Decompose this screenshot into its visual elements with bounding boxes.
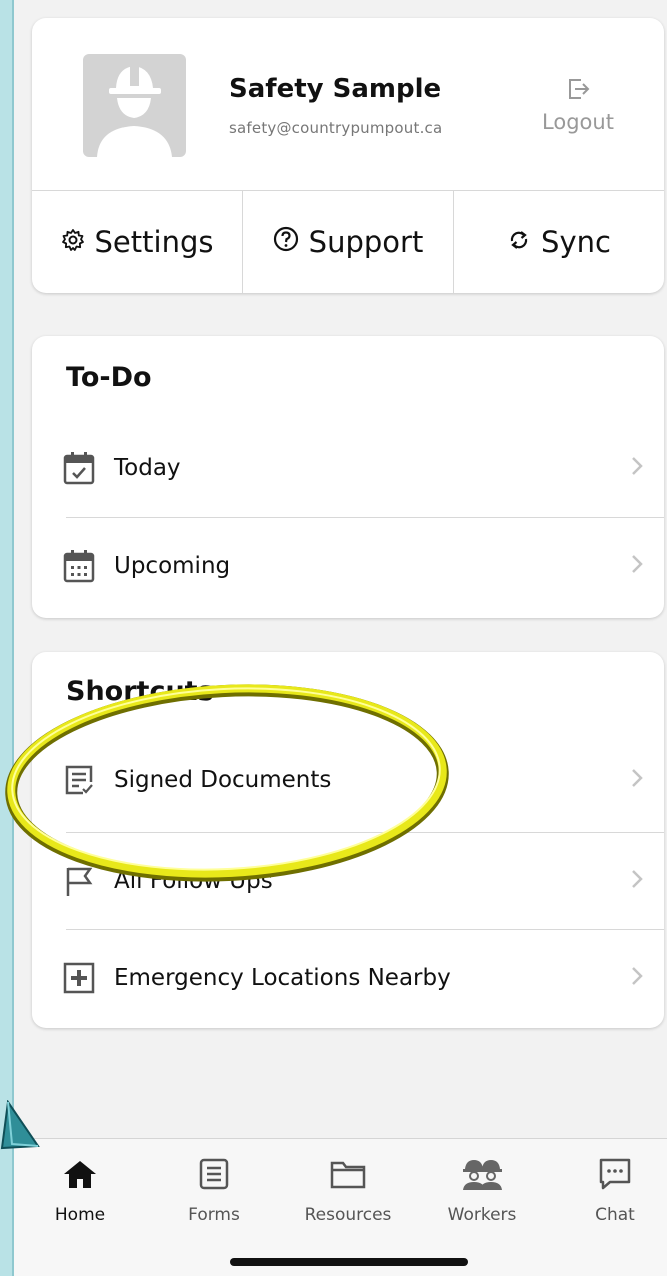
- todo-title: To-Do: [66, 362, 152, 393]
- home-indicator: [230, 1258, 468, 1266]
- workers-icon: [422, 1155, 542, 1193]
- profile-card: Safety Sample safety@countrypumpout.ca L…: [32, 18, 664, 293]
- shortcuts-title: Shortcuts: [66, 676, 214, 707]
- tab-label: Chat: [595, 1205, 635, 1225]
- bottom-tab-bar: Home Forms Resources Workers Chat: [14, 1138, 667, 1276]
- logout-label: Logout: [542, 110, 614, 134]
- todo-item-label: Today: [114, 455, 181, 481]
- signed-document-icon: [62, 763, 96, 797]
- chevron-right-icon: [630, 767, 644, 793]
- chevron-right-icon: [630, 455, 644, 481]
- calendar-grid-icon: [62, 549, 96, 583]
- shortcut-emergency-locations[interactable]: Emergency Locations Nearby: [32, 930, 664, 1026]
- tab-resources[interactable]: Resources: [288, 1155, 408, 1225]
- gear-icon: [61, 225, 85, 259]
- shortcuts-card: Shortcuts Signed Documents All Follow Up…: [32, 652, 664, 1028]
- user-name: Safety Sample: [229, 74, 442, 104]
- todo-card: To-Do Today Upcoming: [32, 336, 664, 618]
- shortcut-label: Emergency Locations Nearby: [114, 965, 451, 991]
- tab-forms[interactable]: Forms: [154, 1155, 274, 1225]
- shortcut-signed-documents[interactable]: Signed Documents: [32, 732, 664, 828]
- user-email: safety@countrypumpout.ca: [229, 119, 443, 137]
- tab-label: Resources: [304, 1205, 392, 1225]
- todo-item-today[interactable]: Today: [32, 420, 664, 516]
- tab-home[interactable]: Home: [20, 1155, 140, 1225]
- home-icon: [20, 1155, 140, 1193]
- shortcut-label: All Follow Ups: [114, 868, 273, 894]
- calendar-check-icon: [62, 451, 96, 485]
- tab-workers[interactable]: Workers: [422, 1155, 542, 1225]
- tab-label: Home: [54, 1205, 106, 1225]
- form-icon: [154, 1155, 274, 1193]
- sync-button[interactable]: Sync: [453, 191, 664, 293]
- sync-icon: [507, 225, 531, 259]
- chat-icon: [555, 1155, 667, 1193]
- shortcut-label: Signed Documents: [114, 767, 332, 793]
- flag-icon: [62, 864, 96, 898]
- settings-button[interactable]: Settings: [32, 191, 242, 293]
- tab-label: Workers: [447, 1205, 517, 1225]
- question-circle-icon: [273, 225, 299, 259]
- avatar: [83, 54, 186, 157]
- chevron-right-icon: [630, 553, 644, 579]
- chevron-right-icon: [630, 965, 644, 991]
- cursor-pointer-icon: [0, 1100, 40, 1150]
- profile-actions: Settings Support Sync: [32, 191, 664, 293]
- chevron-right-icon: [630, 868, 644, 894]
- tab-chat[interactable]: Chat: [555, 1155, 667, 1225]
- tab-label: Forms: [188, 1205, 240, 1225]
- logout-button[interactable]: Logout: [537, 76, 619, 134]
- support-button[interactable]: Support: [242, 191, 453, 293]
- todo-item-upcoming[interactable]: Upcoming: [32, 518, 664, 614]
- shortcut-all-follow-ups[interactable]: All Follow Ups: [32, 833, 664, 929]
- app-screen: Safety Sample safety@countrypumpout.ca L…: [12, 0, 667, 1276]
- support-label: Support: [308, 225, 424, 259]
- sync-label: Sync: [541, 225, 611, 259]
- logout-icon: [565, 79, 591, 106]
- todo-item-label: Upcoming: [114, 553, 231, 579]
- settings-label: Settings: [94, 225, 214, 259]
- folder-icon: [288, 1155, 408, 1193]
- first-aid-icon: [62, 961, 96, 995]
